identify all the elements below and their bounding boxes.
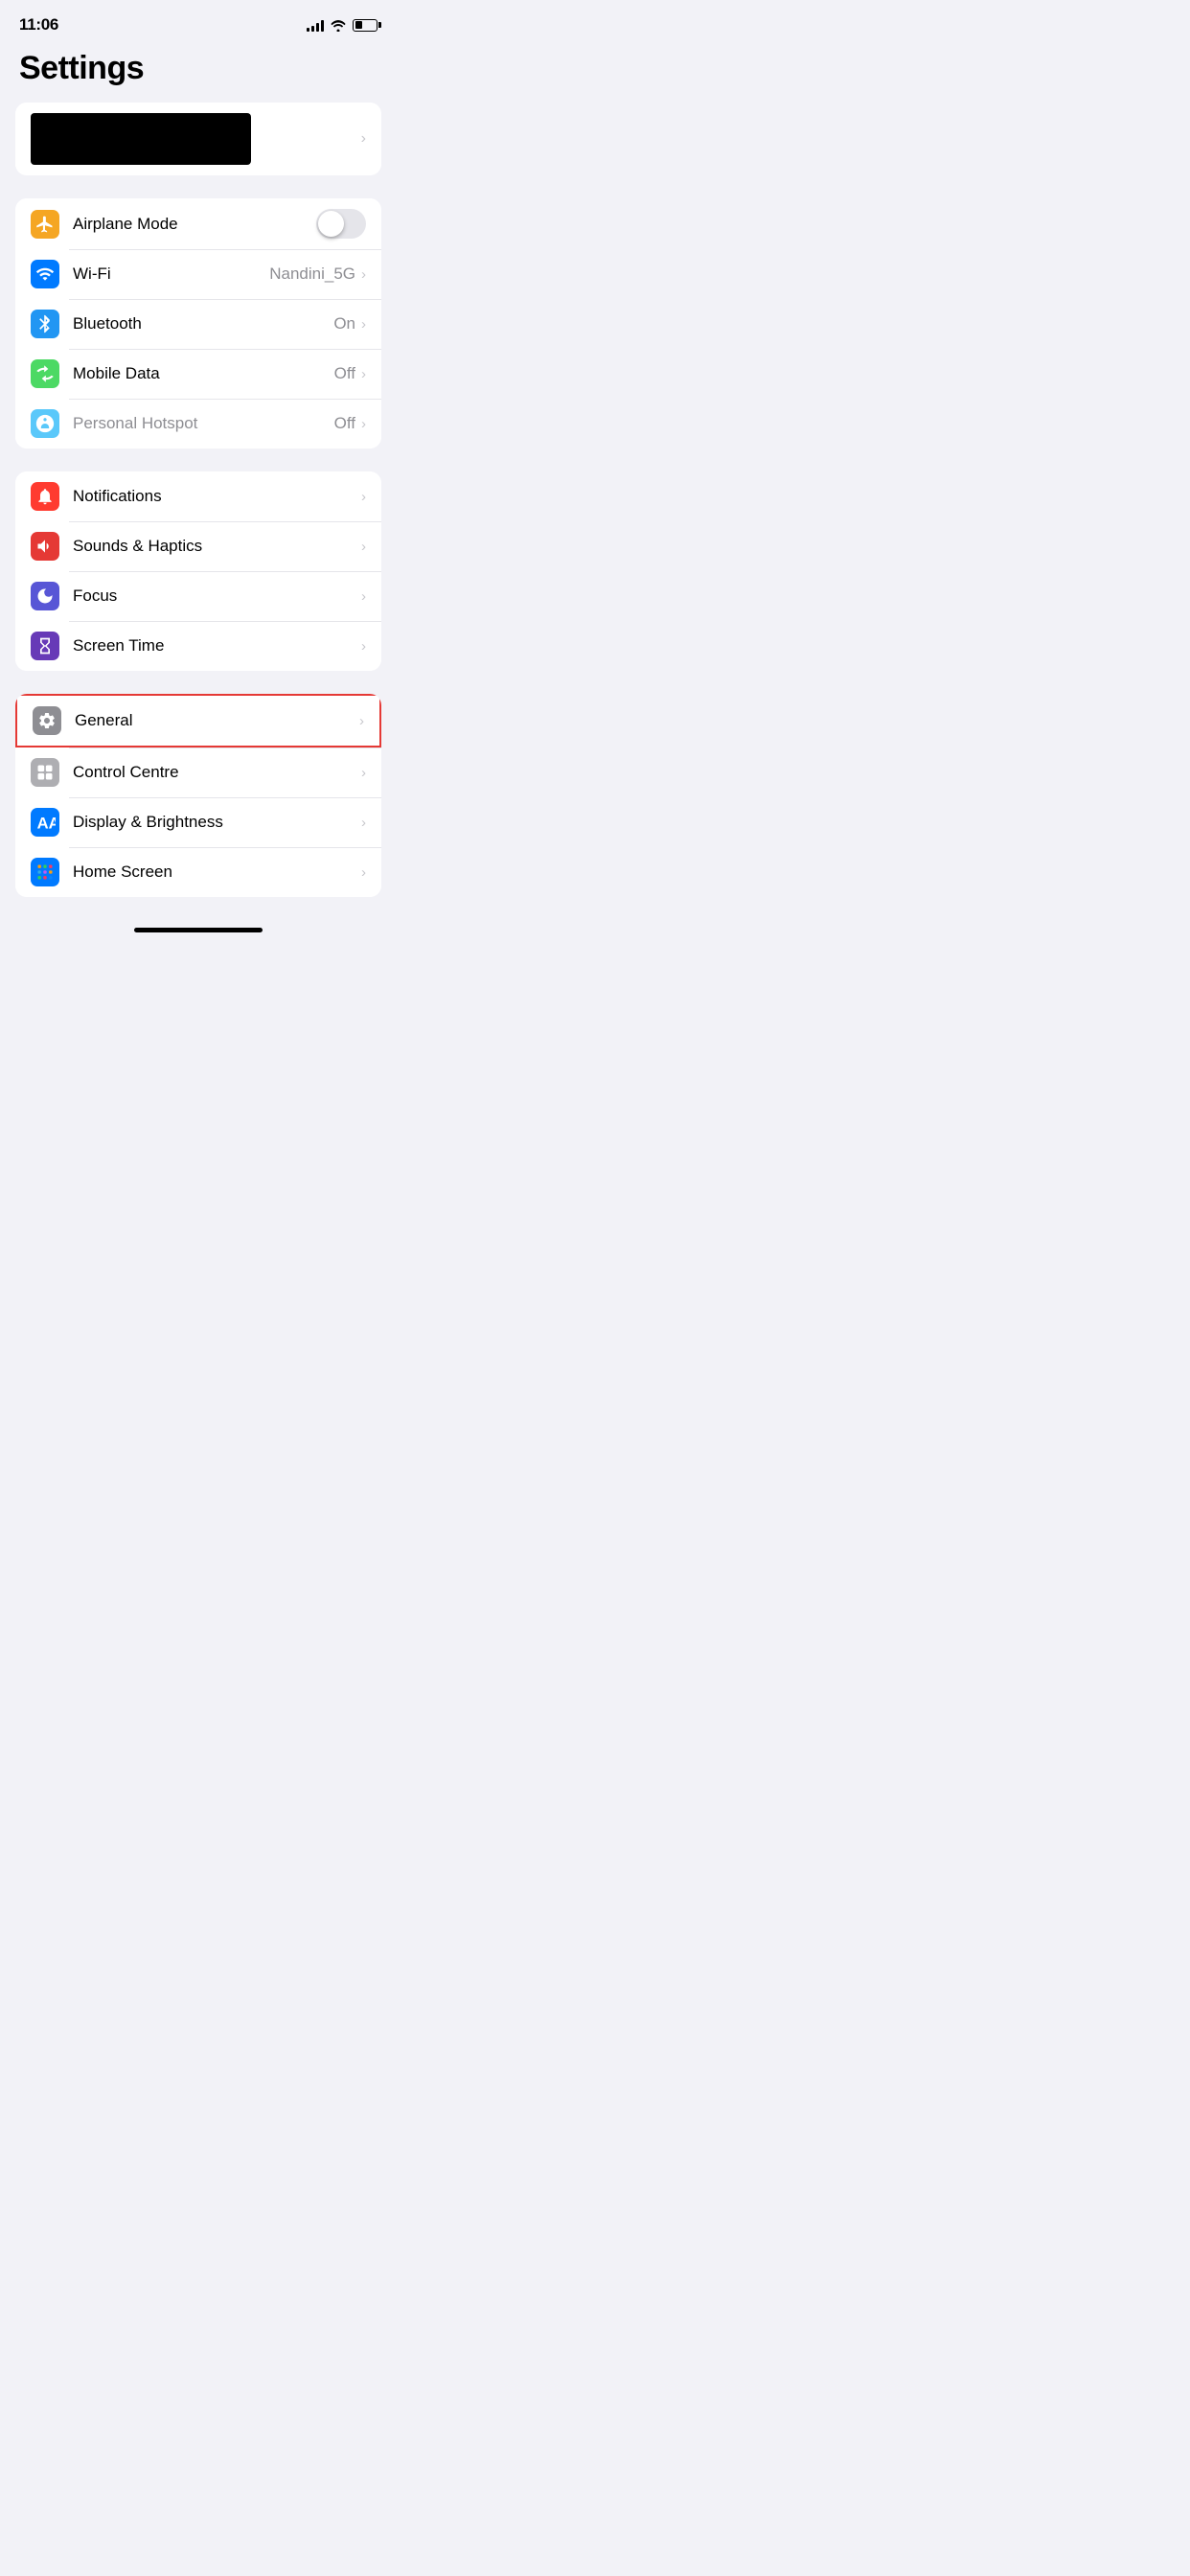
bluetooth-label: Bluetooth xyxy=(73,314,333,334)
control-centre-label: Control Centre xyxy=(73,763,361,782)
control-centre-icon xyxy=(31,758,59,787)
gear-icon xyxy=(33,706,61,735)
wifi-label: Wi-Fi xyxy=(73,264,269,284)
personal-hotspot-label: Personal Hotspot xyxy=(73,414,334,433)
speaker-icon xyxy=(31,532,59,561)
home-screen-label: Home Screen xyxy=(73,862,361,882)
mobile-data-row[interactable]: Mobile Data Off › xyxy=(15,349,381,399)
notifications-section: Notifications › Sounds & Haptics › Focus… xyxy=(15,472,381,671)
profile-chevron-icon: › xyxy=(361,130,366,148)
home-screen-row[interactable]: Home Screen › xyxy=(15,847,381,897)
general-row[interactable]: General › xyxy=(15,694,381,748)
signal-bars-icon xyxy=(307,19,324,32)
notifications-row[interactable]: Notifications › xyxy=(15,472,381,521)
hotspot-icon xyxy=(31,409,59,438)
system-section: General › Control Centre › AA Display & … xyxy=(15,694,381,897)
profile-row[interactable]: › xyxy=(15,103,381,175)
profile-redacted xyxy=(31,113,251,165)
screen-time-row[interactable]: Screen Time › xyxy=(15,621,381,671)
bluetooth-chevron-icon: › xyxy=(361,316,366,333)
home-indicator xyxy=(0,920,397,944)
wifi-status-icon xyxy=(331,19,346,32)
wifi-row[interactable]: Wi-Fi Nandini_5G › xyxy=(15,249,381,299)
home-screen-icon xyxy=(31,858,59,886)
general-label: General xyxy=(75,711,359,730)
focus-row[interactable]: Focus › xyxy=(15,571,381,621)
display-brightness-row[interactable]: AA Display & Brightness › xyxy=(15,797,381,847)
control-centre-chevron-icon: › xyxy=(361,765,366,781)
bluetooth-value: On xyxy=(333,314,355,334)
display-brightness-label: Display & Brightness xyxy=(73,813,361,832)
focus-label: Focus xyxy=(73,586,361,606)
screen-time-chevron-icon: › xyxy=(361,638,366,655)
wifi-value: Nandini_5G xyxy=(269,264,355,284)
sounds-haptics-label: Sounds & Haptics xyxy=(73,537,361,556)
screen-time-label: Screen Time xyxy=(73,636,361,656)
profile-section: › xyxy=(15,103,381,175)
notifications-label: Notifications xyxy=(73,487,361,506)
airplane-mode-label: Airplane Mode xyxy=(73,215,316,234)
display-brightness-chevron-icon: › xyxy=(361,815,366,831)
moon-icon xyxy=(31,582,59,610)
personal-hotspot-value: Off xyxy=(334,414,355,433)
bluetooth-row[interactable]: Bluetooth On › xyxy=(15,299,381,349)
sounds-haptics-chevron-icon: › xyxy=(361,539,366,555)
wifi-chevron-icon: › xyxy=(361,266,366,283)
airplane-mode-row[interactable]: Airplane Mode xyxy=(15,198,381,249)
bell-icon xyxy=(31,482,59,511)
home-indicator-bar xyxy=(134,928,263,932)
mobile-data-label: Mobile Data xyxy=(73,364,334,383)
focus-chevron-icon: › xyxy=(361,588,366,605)
airplane-icon xyxy=(31,210,59,239)
mobile-data-icon xyxy=(31,359,59,388)
bluetooth-icon xyxy=(31,310,59,338)
personal-hotspot-row[interactable]: Personal Hotspot Off › xyxy=(15,399,381,448)
control-centre-row[interactable]: Control Centre › xyxy=(15,748,381,797)
airplane-mode-toggle[interactable] xyxy=(316,209,366,239)
svg-text:AA: AA xyxy=(37,815,56,832)
notifications-chevron-icon: › xyxy=(361,489,366,505)
display-icon: AA xyxy=(31,808,59,837)
mobile-data-chevron-icon: › xyxy=(361,366,366,382)
battery-icon xyxy=(353,19,378,32)
home-screen-chevron-icon: › xyxy=(361,864,366,881)
status-icons xyxy=(307,19,378,32)
connectivity-section: Airplane Mode Wi-Fi Nandini_5G › Bluetoo… xyxy=(15,198,381,448)
general-chevron-icon: › xyxy=(359,713,364,729)
sounds-haptics-row[interactable]: Sounds & Haptics › xyxy=(15,521,381,571)
personal-hotspot-chevron-icon: › xyxy=(361,416,366,432)
mobile-data-value: Off xyxy=(334,364,355,383)
status-time: 11:06 xyxy=(19,15,58,34)
wifi-row-icon xyxy=(31,260,59,288)
status-bar: 11:06 xyxy=(0,0,397,42)
hourglass-icon xyxy=(31,632,59,660)
page-title: Settings xyxy=(0,42,397,103)
